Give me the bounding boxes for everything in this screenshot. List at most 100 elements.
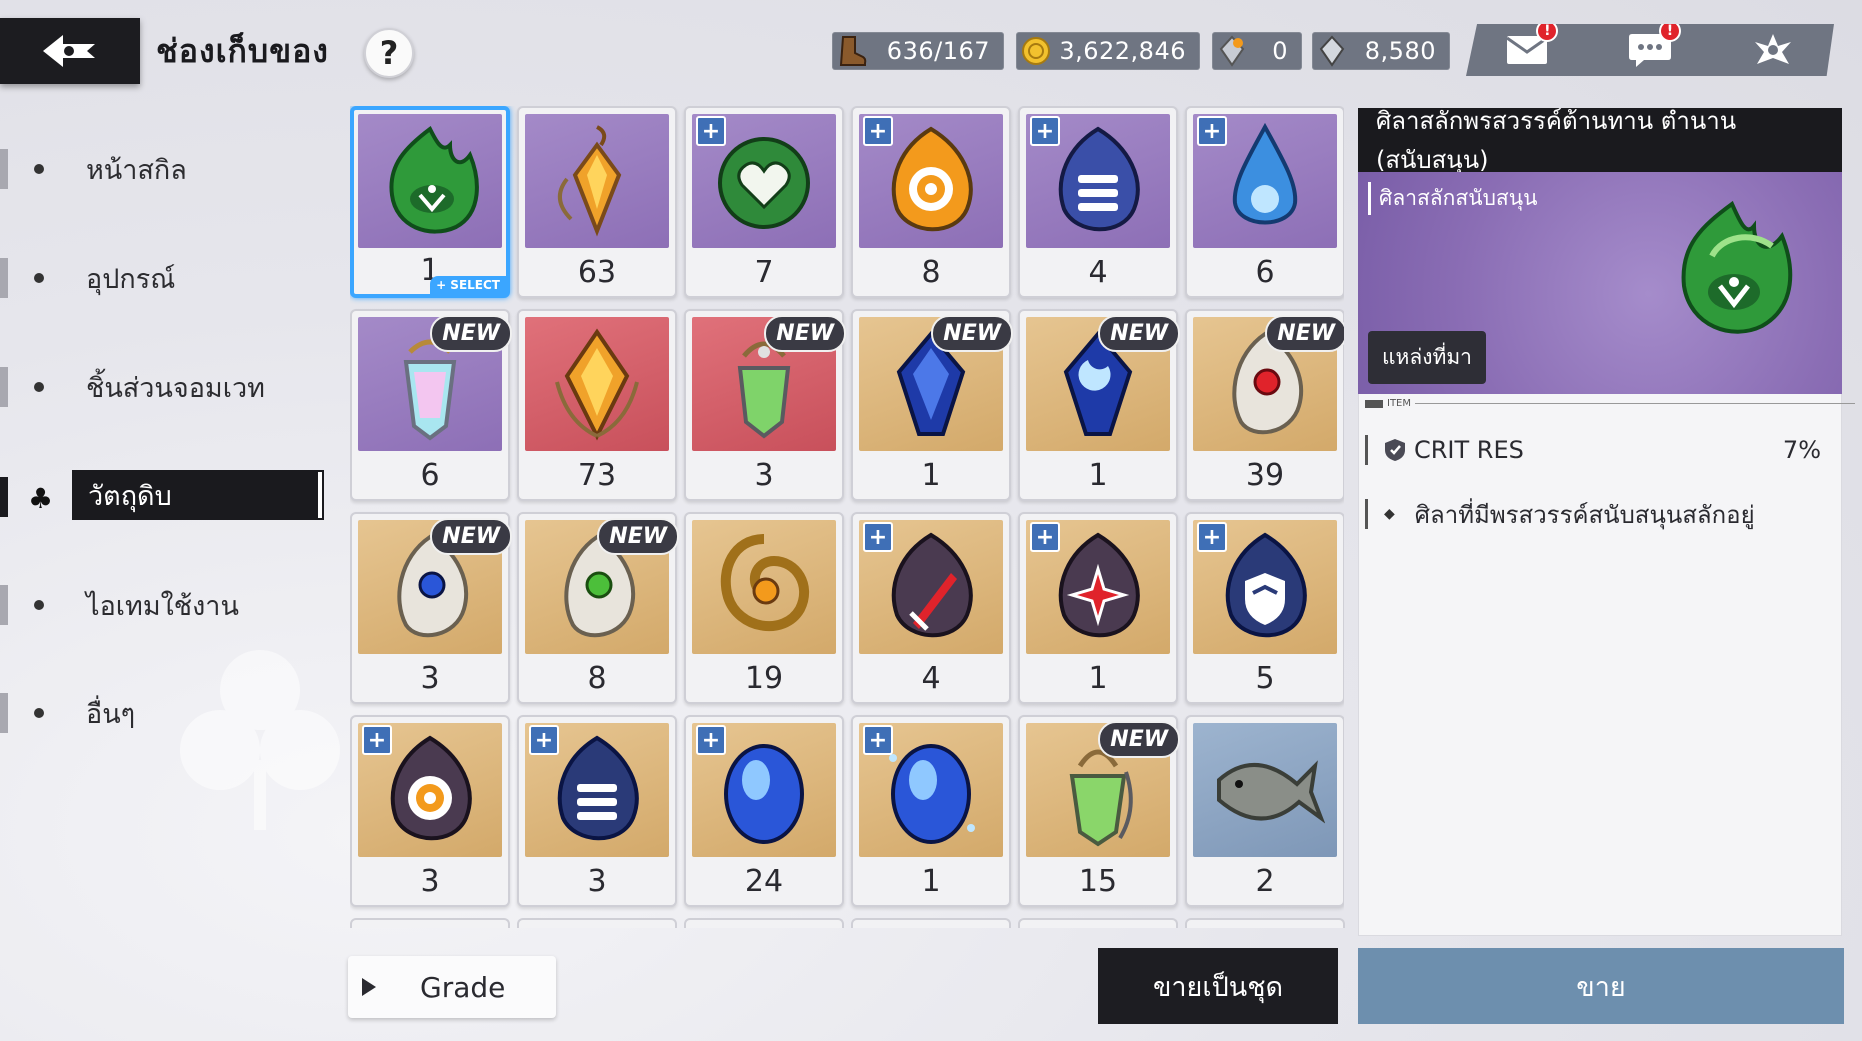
new-badge: NEW xyxy=(1098,315,1180,352)
source-button[interactable]: แหล่งที่มา xyxy=(1368,331,1486,384)
guild-button[interactable] xyxy=(1748,30,1798,70)
clover-watermark-icon xyxy=(180,650,340,830)
help-button[interactable]: ? xyxy=(364,28,414,78)
new-badge: NEW xyxy=(597,518,679,555)
sidebar-item-label: หน้าสกิล xyxy=(86,154,187,186)
inventory-slot[interactable]: 8 + xyxy=(851,106,1011,298)
item-count: 7 xyxy=(754,255,774,290)
item-count: 3 xyxy=(587,864,607,899)
chat-alert-badge: ! xyxy=(1658,24,1681,42)
sidebar-marker xyxy=(0,693,8,733)
item-count: 24 xyxy=(744,864,784,899)
item-art xyxy=(358,114,502,248)
bulk-sell-button[interactable]: ขายเป็นชุด xyxy=(1098,948,1338,1024)
item-count: 3 xyxy=(420,661,440,696)
sidebar-marker xyxy=(0,258,8,298)
inventory-slot[interactable]: 1 + xyxy=(851,715,1011,907)
plus-icon: + xyxy=(1197,522,1227,552)
sidebar-item-consumables[interactable]: ไอเทมใช้งาน xyxy=(0,580,330,630)
inventory-slot[interactable]: 6 NEW xyxy=(350,309,512,501)
inventory-slot[interactable]: 63 xyxy=(517,106,677,298)
inventory-slot[interactable]: 3 + xyxy=(517,715,677,907)
item-count: 4 xyxy=(1088,255,1108,290)
sidebar-item-label: วัตถุดิบ xyxy=(72,470,324,520)
sidebar-item-magic-parts[interactable]: ชิ้นส่วนจอมเวท xyxy=(0,362,330,412)
sidebar-marker xyxy=(0,367,8,407)
sidebar-marker xyxy=(0,585,8,625)
plus-icon: + xyxy=(696,725,726,755)
inventory-slot[interactable]: 7 + xyxy=(684,106,844,298)
amber-pendant-icon xyxy=(558,125,622,237)
sidebar-item-equipment[interactable]: อุปกรณ์ xyxy=(0,253,330,303)
new-badge: NEW xyxy=(764,315,846,352)
inventory-slot[interactable]: 4 + xyxy=(851,512,1011,704)
sell-button[interactable]: ขาย xyxy=(1358,948,1844,1024)
plus-icon: + xyxy=(863,116,893,146)
item-count: 73 xyxy=(577,458,617,493)
sidebar-item-label: ไอเทมใช้งาน xyxy=(86,590,239,622)
item-art xyxy=(525,114,669,248)
mail-button[interactable]: ! xyxy=(1502,24,1559,70)
inventory-slot[interactable]: 8 NEW xyxy=(517,512,679,704)
item-count: 63 xyxy=(577,255,617,290)
sidebar-marker xyxy=(0,477,8,517)
inventory-slot[interactable]: 1 + xyxy=(1018,512,1178,704)
grade-label: Grade xyxy=(420,970,506,1004)
gold-coin-icon xyxy=(1016,32,1056,70)
gray-crystal-counter: 8,580 xyxy=(1312,32,1450,70)
inventory-slot[interactable]: 1 NEW xyxy=(1018,309,1180,501)
item-count: 15 xyxy=(1078,864,1118,899)
play-triangle-icon xyxy=(362,978,376,996)
inventory-slot[interactable]: 2 xyxy=(1185,715,1344,907)
chat-button[interactable]: ! xyxy=(1625,24,1681,70)
back-button[interactable] xyxy=(0,18,140,84)
inventory-slot[interactable]: 4 + xyxy=(1018,106,1178,298)
gold-counter: 3,622,846 xyxy=(1016,32,1200,70)
stamina-counter: 636/167 xyxy=(832,32,1004,70)
inventory-slot[interactable]: 15 NEW xyxy=(1018,715,1180,907)
inventory-slot[interactable]: 3 NEW xyxy=(350,512,512,704)
green-leaf-stone-icon xyxy=(1662,196,1802,350)
crystal-orange-icon xyxy=(1212,32,1252,70)
item-count: 6 xyxy=(420,458,440,493)
item-count: 3 xyxy=(754,458,774,493)
inventory-slot[interactable]: 73 xyxy=(517,309,677,501)
item-count: 39 xyxy=(1245,458,1285,493)
new-badge: NEW xyxy=(430,518,512,555)
item-count: 8 xyxy=(587,661,607,696)
page-title: ช่องเก็บของ xyxy=(156,32,329,70)
inventory-slot[interactable]: 5 + xyxy=(1185,512,1344,704)
item-count: 3 xyxy=(420,864,440,899)
inventory-slot[interactable]: 19 xyxy=(684,512,844,704)
diamond-bullet-icon: ◆ xyxy=(1384,506,1395,522)
item-count: 1 xyxy=(1088,661,1108,696)
inventory-slot[interactable]: 6 + xyxy=(1185,106,1344,298)
item-count: 5 xyxy=(1255,661,1275,696)
bullet-icon xyxy=(34,273,44,283)
item-name: ศิลาสลักพรสวรรค์ต้านทาน ตำนาน (สนับสนุน) xyxy=(1358,107,1842,174)
item-stats: ITEM CRIT RES 7% ◆ ศิลาที่มีพรสวรรค์สนับ… xyxy=(1358,394,1856,936)
sidebar-item-label: อื่นๆ xyxy=(86,698,136,730)
item-count: 8 xyxy=(921,255,941,290)
crystal-gray-icon xyxy=(1312,32,1352,70)
sidebar-item-label: ชิ้นส่วนจอมเวท xyxy=(86,372,265,404)
plus-icon: + xyxy=(1030,522,1060,552)
item-banner: ศิลาสลักสนับสนุน แหล่งที่มา xyxy=(1358,172,1842,394)
inventory-slot[interactable]: 1 + SELECT xyxy=(350,106,510,298)
inventory-slot[interactable]: 1 NEW xyxy=(851,309,1013,501)
sidebar-marker xyxy=(0,149,8,189)
plus-icon: + xyxy=(863,522,893,552)
item-count: 1 xyxy=(1088,458,1108,493)
inventory-slot[interactable]: 3 + xyxy=(350,715,510,907)
inventory-slot[interactable]: 24 + xyxy=(684,715,844,907)
item-detail-panel: ศิลาสลักพรสวรรค์ต้านทาน ตำนาน (สนับสนุน)… xyxy=(1358,107,1856,936)
item-count: 6 xyxy=(1255,255,1275,290)
grade-sort-button[interactable]: Grade xyxy=(348,956,556,1018)
sidebar-item-materials[interactable]: ♣ วัตถุดิบ xyxy=(0,470,330,522)
new-badge: NEW xyxy=(931,315,1013,352)
inventory-slot[interactable]: 3 NEW xyxy=(684,309,846,501)
inventory-slot[interactable]: 39 NEW xyxy=(1185,309,1344,501)
sidebar-item-skill-page[interactable]: หน้าสกิล xyxy=(0,144,330,194)
bullet-icon xyxy=(34,164,44,174)
item-art xyxy=(1193,723,1337,857)
